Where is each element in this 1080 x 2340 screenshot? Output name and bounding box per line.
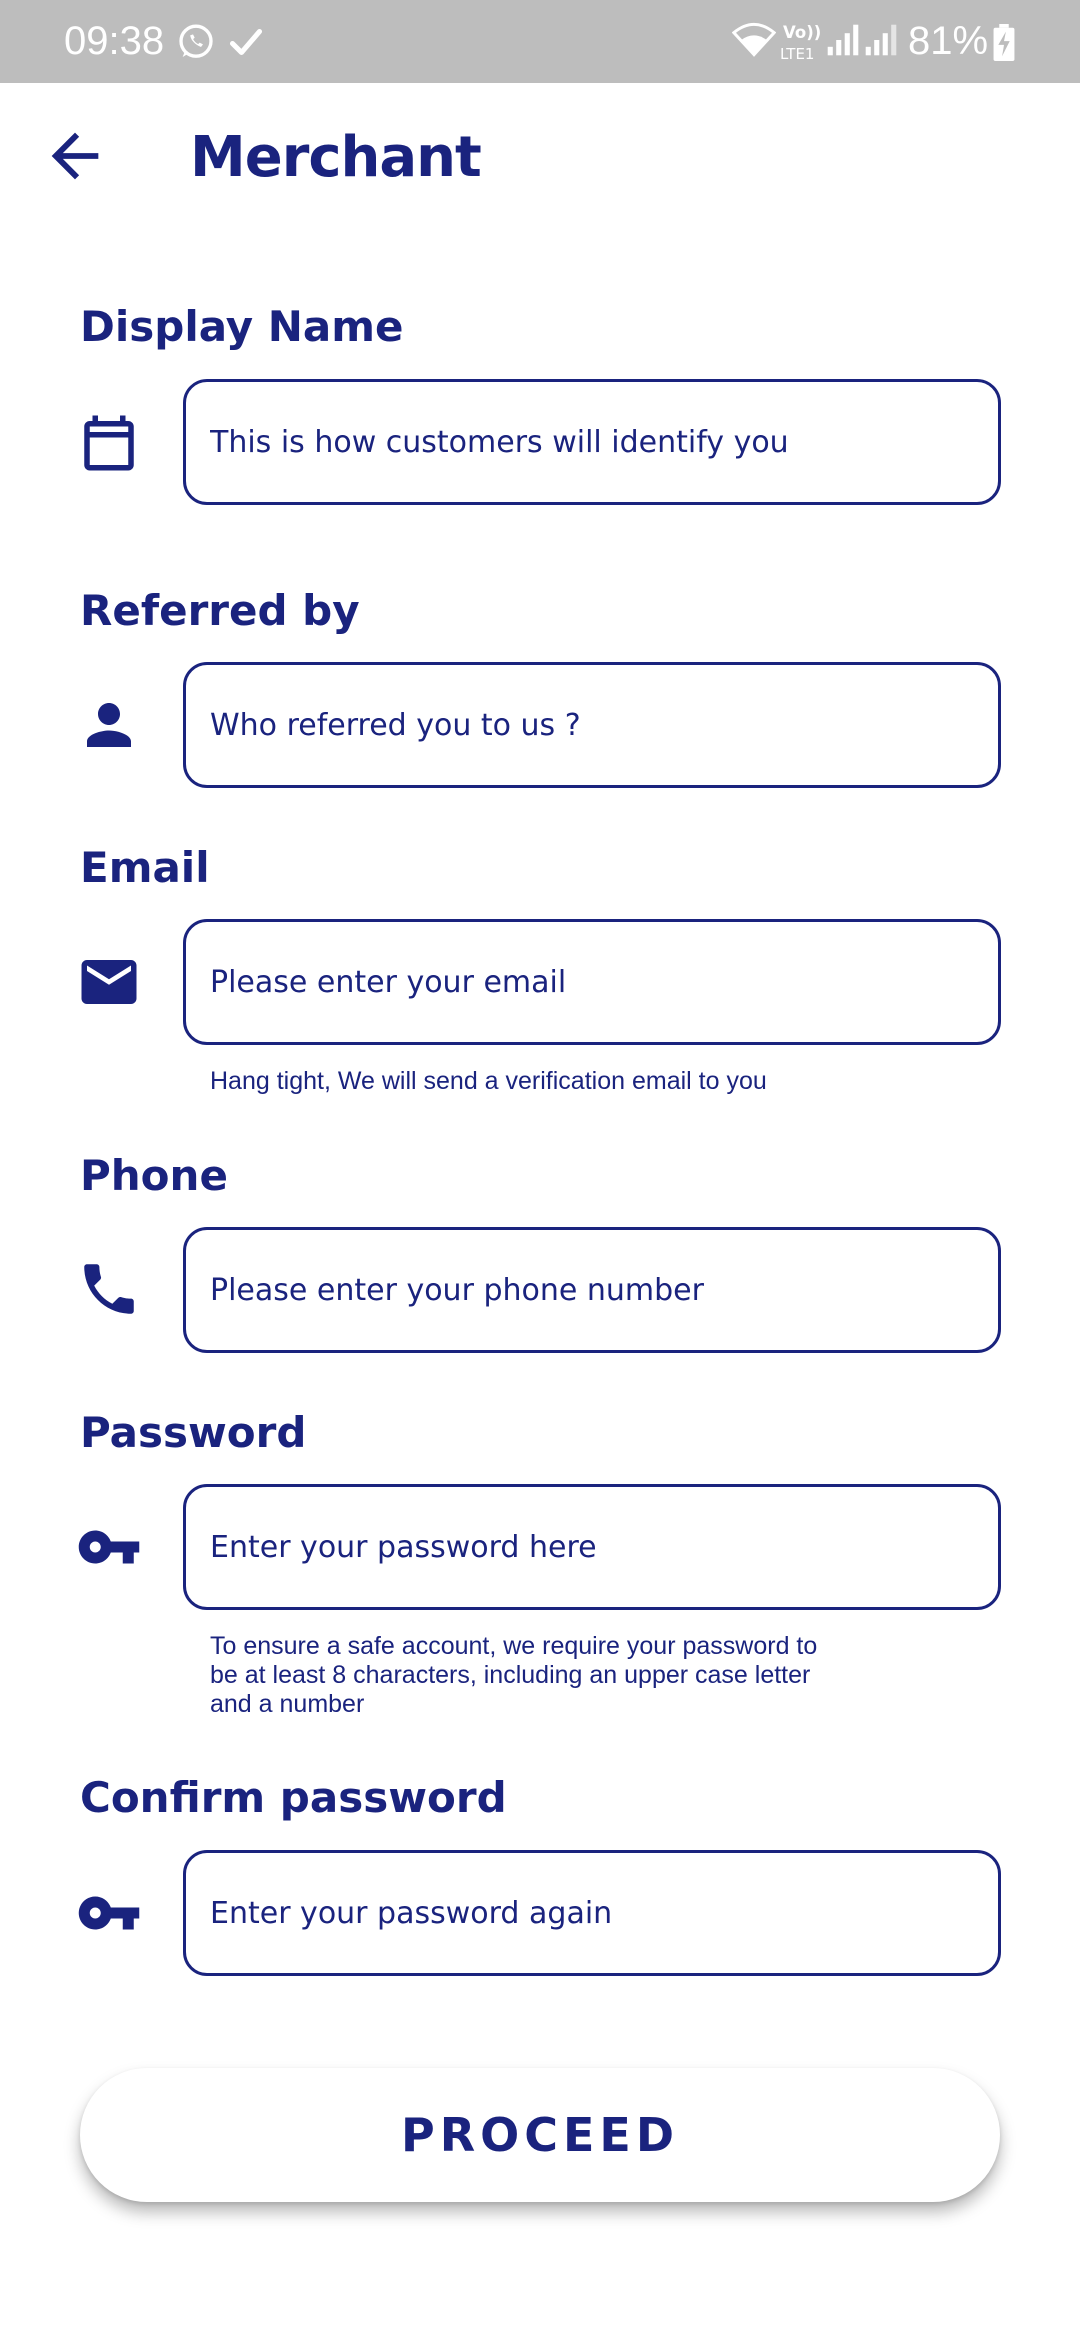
signal-icon <box>865 24 897 56</box>
proceed-button[interactable]: PROCEED <box>80 2068 1000 2202</box>
phone-input[interactable] <box>210 1230 970 1350</box>
password-helper-line: To ensure a safe account, we require you… <box>210 1632 818 1660</box>
display-name-label: Display Name <box>80 302 404 351</box>
referred-by-label: Referred by <box>80 586 360 635</box>
referred-by-field[interactable] <box>183 662 1001 788</box>
page-title: Merchant <box>190 125 482 190</box>
email-label: Email <box>80 843 210 892</box>
signal-icon <box>827 24 859 56</box>
svg-text:Vo)): Vo)) <box>783 23 821 42</box>
status-time: 09:38 <box>64 19 165 63</box>
key-icon <box>78 1530 140 1564</box>
phone-field[interactable] <box>183 1227 1001 1353</box>
confirm-password-label: Confirm password <box>80 1773 507 1822</box>
referred-by-input[interactable] <box>210 665 970 785</box>
battery-charging-icon <box>993 24 1015 62</box>
arrow-back-icon[interactable] <box>40 121 110 191</box>
password-helper-line: and a number <box>210 1690 365 1718</box>
password-label: Password <box>80 1408 307 1457</box>
wifi-icon <box>732 22 776 57</box>
email-input[interactable] <box>210 922 970 1042</box>
svg-text:LTE1: LTE1 <box>780 45 814 62</box>
confirm-password-input[interactable] <box>210 1853 970 1973</box>
phone-label: Phone <box>80 1151 228 1200</box>
battery-percent: 81% <box>908 19 989 63</box>
password-helper-line: be at least 8 characters, including an u… <box>210 1661 811 1689</box>
calendar-icon <box>84 415 134 471</box>
password-helper-text: To ensure a safe account, we require you… <box>210 1632 850 1719</box>
status-bar: 09:38 Vo)) LTE1 81% <box>0 0 1080 83</box>
display-name-input[interactable] <box>210 382 970 502</box>
check-icon <box>229 28 263 56</box>
volte-icon: Vo)) LTE1 <box>780 23 821 62</box>
email-helper-text: Hang tight, We will send a verification … <box>210 1067 767 1095</box>
whatsapp-icon <box>179 24 213 58</box>
password-field[interactable] <box>183 1484 1001 1610</box>
mail-icon <box>81 960 137 1004</box>
app-bar: Merchant <box>0 83 1080 233</box>
email-field[interactable] <box>183 919 1001 1045</box>
key-icon <box>78 1896 140 1930</box>
person-icon <box>87 703 131 747</box>
phone-icon <box>84 1264 134 1314</box>
password-input[interactable] <box>210 1487 970 1607</box>
confirm-password-field[interactable] <box>183 1850 1001 1976</box>
display-name-field[interactable] <box>183 379 1001 505</box>
